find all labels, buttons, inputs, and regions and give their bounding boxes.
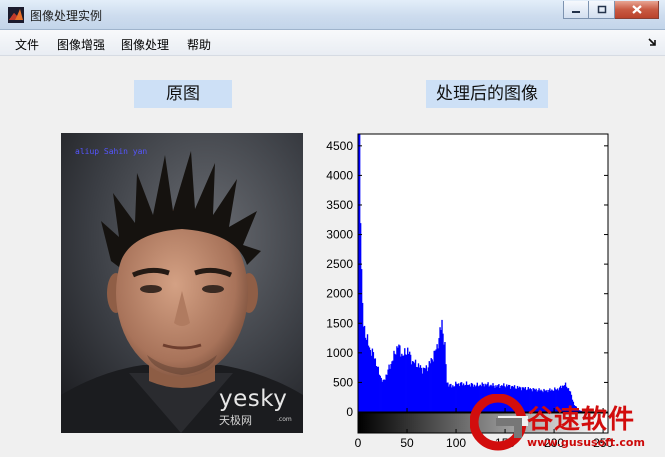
g-logo-icon [470, 394, 528, 451]
x-tick-label: 50 [400, 436, 414, 450]
x-tick-label: 0 [355, 436, 362, 450]
y-tick-label: 4500 [326, 139, 353, 153]
y-tick-label: 1500 [326, 316, 353, 330]
brand-name: 谷速软件 [527, 405, 636, 435]
histogram-chart: 0 500 1000 1500 2000 2500 3000 3500 4000 4500 0 50 1… [326, 133, 613, 450]
y-tick-label: 4000 [326, 168, 353, 182]
y-tick-label: 0 [346, 405, 353, 419]
y-tick-label: 3500 [326, 198, 353, 212]
y-tick-label: 2500 [326, 257, 353, 271]
brand-url: www.gususoft.com [527, 436, 645, 449]
y-tick-label: 500 [333, 375, 353, 389]
y-tick-label: 3000 [326, 228, 353, 242]
y-tick-label: 2000 [326, 287, 353, 301]
y-tick-label: 1000 [326, 346, 353, 360]
x-tick-label: 100 [446, 436, 466, 450]
